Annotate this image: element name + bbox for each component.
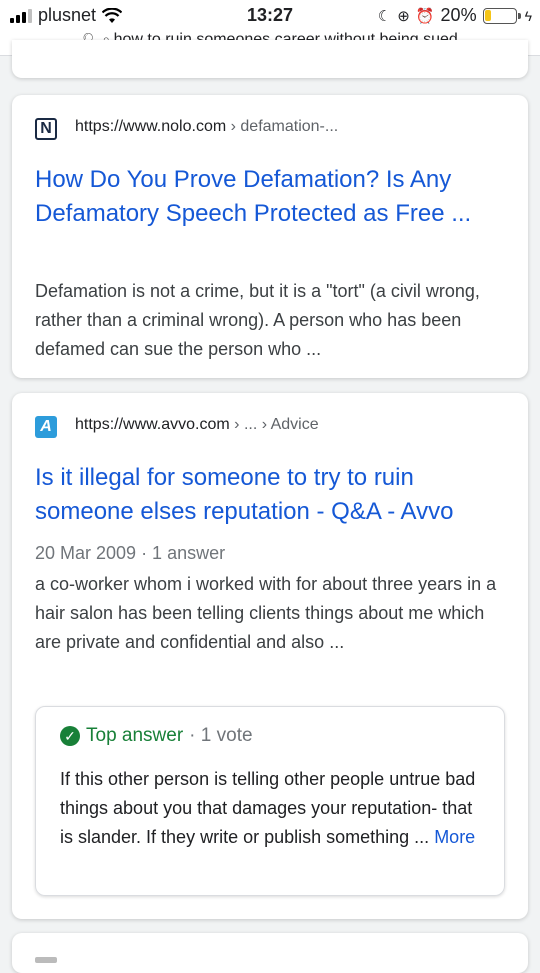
result-meta: 20 Mar 2009 · 1 answer [35, 543, 226, 563]
result-domain: https://www.avvo.com [75, 416, 230, 433]
check-circle-icon: ✓ [60, 726, 80, 746]
rotation-lock-icon: ⊕ [397, 7, 410, 25]
more-link[interactable]: More [434, 827, 475, 847]
result-breadcrumb: › defamation-... [226, 118, 339, 135]
next-result-card [12, 933, 528, 973]
result-url[interactable]: https://www.avvo.com › ... › Advice [75, 416, 319, 434]
answer-body: If this other person is telling other pe… [60, 769, 476, 847]
result-snippet: Defamation is not a crime, but it is a "… [35, 281, 480, 359]
result-card-nolo[interactable]: N https://www.nolo.com › defamation-... … [12, 95, 528, 378]
result-breadcrumb: › ... › Advice [229, 416, 319, 433]
status-bar: plusnet 13:27 ☾ ⊕ ⏰ 20% ϟ [0, 0, 540, 30]
next-favicon-icon [35, 957, 57, 963]
battery-percent: 20% [440, 5, 477, 25]
nolo-favicon-icon: N [35, 118, 57, 140]
avvo-favicon-icon: A [35, 416, 57, 438]
vote-count: · 1 vote [189, 725, 253, 746]
charging-icon: ϟ [524, 7, 532, 24]
result-snippet: a co-worker whom i worked with for about… [35, 574, 497, 652]
status-right: ☾ ⊕ ⏰ 20% ϟ [378, 5, 532, 26]
result-title-link[interactable]: Is it illegal for someone to try to ruin… [35, 461, 505, 529]
top-answer-text: If this other person is telling other pe… [60, 765, 485, 852]
result-url[interactable]: https://www.nolo.com › defamation-... [75, 118, 338, 136]
moon-icon: ☾ [377, 7, 392, 25]
result-card-avvo[interactable]: A https://www.avvo.com › ... › Advice Is… [12, 393, 528, 919]
top-answer-card[interactable]: ✓ Top answer · 1 vote If this other pers… [35, 706, 505, 896]
top-answer-header: ✓ Top answer · 1 vote [60, 725, 253, 747]
previous-result-card [12, 40, 528, 78]
alarm-icon: ⏰ [415, 7, 435, 25]
top-answer-label: Top answer [86, 725, 184, 746]
result-domain: https://www.nolo.com [75, 118, 227, 135]
result-title-link[interactable]: How Do You Prove Defamation? Is Any Defa… [35, 163, 505, 231]
battery-icon [482, 7, 521, 24]
